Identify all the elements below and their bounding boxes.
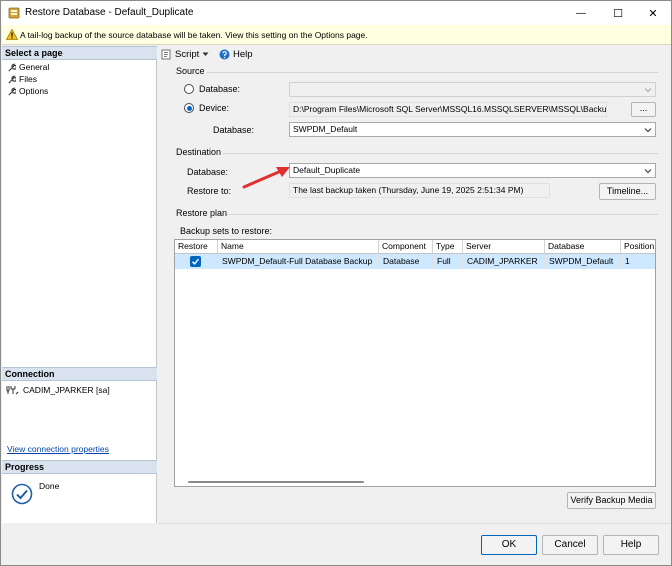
minimize-button[interactable]: — [563,1,599,25]
maximize-button[interactable]: ☐ [600,1,636,25]
backup-sets-grid[interactable]: Restore Name Component Type Server Datab… [174,239,656,487]
destination-divider [223,153,658,154]
restore-plan-divider [227,214,658,215]
source-group-label: Source [176,66,205,76]
restore-plan-group-label: Restore plan [176,208,228,218]
chevron-down-icon [644,169,652,174]
database-source-radio[interactable] [184,84,194,94]
wrench-icon [8,63,16,72]
source-divider [207,72,658,73]
source-database-dropdown[interactable] [289,82,656,97]
checkmark-icon [191,258,200,265]
database-source-label: Database: [199,84,241,94]
done-check-icon [11,483,33,505]
destination-database-value: Default_Duplicate [293,165,361,175]
column-header-component[interactable]: Component [379,240,433,254]
ok-button[interactable]: OK [481,535,537,555]
browse-device-button[interactable]: ... [631,102,656,117]
help-icon [219,49,230,60]
source-database-label: Database: [213,125,255,135]
script-icon [161,49,171,60]
cell-database: SWPDM_Default [545,254,621,269]
script-label: Script [175,49,200,60]
window-title: Restore Database - Default_Duplicate [25,7,194,18]
page-item-label: Options [19,86,49,96]
destination-group-label: Destination [176,147,222,157]
progress-status: Done [39,481,60,491]
connection-server-label: CADIM_JPARKER [sa] [23,385,110,395]
left-pane: Select a page General Files Options Conn… [2,46,157,523]
cancel-button[interactable]: Cancel [542,535,598,555]
source-database-value: SWPDM_Default [293,124,358,134]
footer-divider [158,523,671,524]
backup-sets-label: Backup sets to restore: [180,226,273,236]
table-row[interactable] [175,254,218,269]
cell-type: Full [433,254,463,269]
column-header-name[interactable]: Name [218,240,379,254]
database-restore-icon [8,7,20,19]
column-header-type[interactable]: Type [433,240,463,254]
horizontal-scrollbar[interactable] [188,481,364,483]
annotation-arrow-icon [242,167,290,189]
progress-header: Progress [2,460,157,474]
warning-icon [6,29,18,40]
destination-database-label: Database: [187,167,229,177]
page-item-label: General [19,62,50,72]
column-header-restore[interactable]: Restore [175,240,218,254]
wrench-icon [8,87,16,96]
device-path-field[interactable]: D:\Program Files\Microsoft SQL Server\MS… [289,102,607,117]
cell-name: SWPDM_Default-Full Database Backup [218,254,379,269]
restore-to-label: Restore to: [187,186,232,196]
page-item-options[interactable]: Options [7,85,48,97]
device-source-radio[interactable] [184,103,194,113]
column-header-database[interactable]: Database [545,240,621,254]
destination-database-select[interactable]: Default_Duplicate [289,163,656,178]
toolbar: Script Help [159,47,671,65]
minimize-icon: — [576,7,586,19]
help-toolbar-button[interactable]: Help [219,49,253,60]
maximize-icon: ☐ [613,7,623,20]
close-button[interactable]: ✕ [635,1,671,25]
verify-backup-media-button[interactable]: Verify Backup Media [567,492,656,509]
wrench-icon [8,75,16,84]
page-item-general[interactable]: General [7,61,49,73]
page-item-label: Files [19,74,37,84]
view-connection-properties-link[interactable]: View connection properties [7,444,109,454]
source-database-select[interactable]: SWPDM_Default [289,122,656,137]
help-button[interactable]: Help [603,535,659,555]
chevron-down-icon [644,128,652,133]
close-icon: ✕ [648,7,658,20]
cell-position: 1 [621,254,655,269]
connection-header: Connection [2,367,157,381]
select-page-header: Select a page [2,46,157,60]
cell-component: Database [379,254,433,269]
column-header-server[interactable]: Server [463,240,545,254]
chevron-down-icon[interactable] [202,52,209,57]
timeline-button[interactable]: Timeline... [599,183,656,200]
restore-checkbox[interactable] [190,256,201,267]
chevron-down-icon [644,88,652,93]
script-button[interactable]: Script [161,49,209,60]
tail-log-warning-bar: A tail-log backup of the source database… [2,25,671,45]
help-toolbar-label: Help [233,49,253,60]
device-source-label: Device: [199,103,230,113]
connection-server: CADIM_JPARKER [sa] [6,385,110,395]
cell-server: CADIM_JPARKER [463,254,545,269]
title-bar[interactable]: Restore Database - Default_Duplicate — ☐… [1,1,671,25]
page-item-files[interactable]: Files [7,73,37,85]
restore-to-field: The last backup taken (Thursday, June 19… [289,183,550,198]
connection-icon [6,386,19,395]
column-header-position[interactable]: Position [621,240,655,254]
restore-database-window: Restore Database - Default_Duplicate — ☐… [0,0,672,566]
warning-text: A tail-log backup of the source database… [20,30,368,40]
